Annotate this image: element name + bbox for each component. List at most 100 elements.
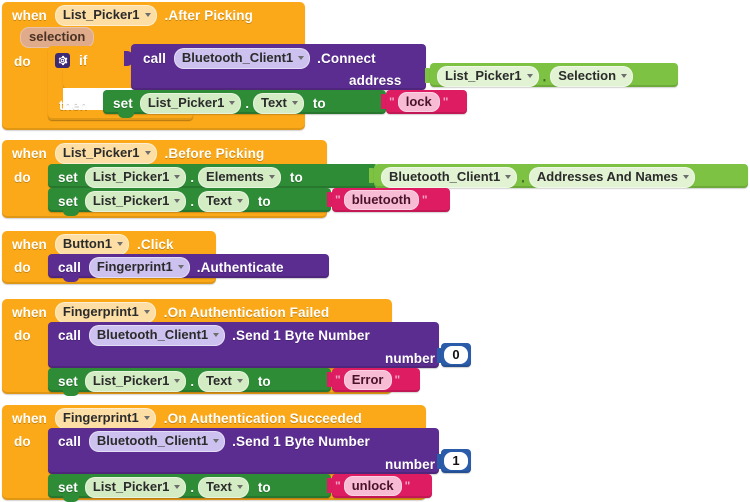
component-dropdown-fingerprint1[interactable]: Fingerprint1: [88, 256, 190, 278]
property-dropdown-selection[interactable]: Selection: [550, 65, 634, 87]
component-dropdown-list-picker1-set[interactable]: List_Picker1: [84, 370, 187, 392]
chevron-down-icon: [143, 416, 150, 420]
call-arg-row-address: address: [349, 68, 401, 92]
text-value-bluetooth[interactable]: bluetooth: [343, 190, 419, 210]
number-block-0[interactable]: 0: [441, 343, 471, 367]
component-dropdown-fingerprint1[interactable]: Fingerprint1: [54, 301, 156, 323]
chevron-down-icon: [298, 56, 305, 60]
mutator-gear-icon[interactable]: [55, 52, 70, 68]
component-dropdown-list-picker1-set[interactable]: List_Picker1: [84, 166, 187, 188]
component-dropdown-list-picker1-set[interactable]: List_Picker1: [139, 92, 242, 114]
component-dropdown-list-picker1-getter[interactable]: List_Picker1: [437, 65, 539, 87]
component-dropdown-list-picker1[interactable]: List_Picker1: [54, 142, 157, 164]
do-label-row: do: [14, 49, 31, 73]
keyword-if: if: [79, 52, 88, 68]
property-label: Text: [206, 479, 232, 494]
quote-open-icon: ": [389, 95, 395, 109]
arg-label-number: number: [385, 350, 436, 366]
text-block-error[interactable]: " Error ": [332, 368, 420, 392]
chevron-down-icon: [229, 101, 236, 105]
property-dropdown-text[interactable]: Text: [198, 370, 249, 392]
keyword-do: do: [14, 433, 31, 449]
call-arg-row-number: number: [385, 452, 435, 476]
blocks-workspace[interactable]: when List_Picker1 .After Picking selecti…: [0, 0, 750, 502]
chevron-down-icon: [213, 439, 220, 443]
text-block-unlock[interactable]: " unlock ": [332, 474, 432, 498]
text-block-bluetooth[interactable]: " bluetooth ": [332, 188, 450, 212]
quote-open-icon: ": [335, 479, 341, 493]
component-dropdown-list-picker1-set[interactable]: List_Picker1: [84, 476, 187, 498]
keyword-to: to: [312, 95, 326, 111]
keyword-set: set: [58, 169, 78, 185]
dot-separator: .: [190, 479, 195, 495]
event-header-row: when Button1 .Click: [12, 232, 174, 256]
keyword-set: set: [58, 479, 78, 495]
set-row-lock: set List_Picker1 . Text to: [113, 91, 326, 115]
event-name-label: .On Authentication Succeeded: [163, 410, 362, 426]
method-name-label: .Send 1 Byte Number: [232, 327, 370, 343]
chevron-down-icon: [236, 199, 243, 203]
call-header-row-send-byte: call Bluetooth_Client1 .Send 1 Byte Numb…: [58, 429, 370, 453]
call-header-row-connect: call Bluetooth_Client1 .Connect: [143, 46, 376, 70]
keyword-do: do: [14, 53, 31, 69]
component-label: Bluetooth_Client1: [181, 50, 294, 65]
event-header-row: when List_Picker1 .After Picking: [12, 3, 253, 27]
chevron-down-icon: [683, 175, 689, 179]
component-dropdown-bluetooth-client1[interactable]: Bluetooth_Client1: [88, 324, 226, 346]
event-header-row: when List_Picker1 .Before Picking: [12, 141, 264, 165]
keyword-when: when: [12, 236, 47, 252]
text-value-lock[interactable]: lock: [397, 92, 440, 112]
keyword-call: call: [58, 259, 81, 275]
text-block-lock[interactable]: " lock ": [386, 90, 467, 114]
component-label: Fingerprint1: [62, 410, 139, 425]
event-header-row: when Fingerprint1 .On Authentication Suc…: [12, 406, 362, 430]
chevron-down-icon: [505, 175, 512, 179]
component-label: Bluetooth_Client1: [96, 433, 209, 448]
event-name-label: .Click: [137, 236, 174, 252]
component-dropdown-bluetooth-client1[interactable]: Bluetooth_Client1: [88, 430, 226, 452]
component-label: List_Picker1: [445, 68, 522, 83]
keyword-do: do: [14, 259, 31, 275]
property-dropdown-text[interactable]: Text: [253, 92, 304, 114]
property-dropdown-elements[interactable]: Elements: [198, 166, 281, 188]
chevron-down-icon: [213, 333, 220, 337]
dot-separator: .: [190, 169, 195, 185]
component-label: List_Picker1: [92, 169, 170, 184]
component-label: Button1: [62, 236, 113, 251]
keyword-call: call: [143, 50, 166, 66]
keyword-to: to: [257, 373, 271, 389]
parameter-selection[interactable]: selection: [20, 26, 95, 48]
chevron-down-icon: [143, 310, 150, 314]
event-name-label: .On Authentication Failed: [163, 304, 330, 320]
number-value-1[interactable]: 1: [444, 452, 468, 470]
property-dropdown-text[interactable]: Text: [198, 476, 249, 498]
dot-separator: .: [245, 95, 250, 111]
getter-row-addresses: Bluetooth_Client1 . Addresses And Names: [381, 165, 695, 189]
chevron-down-icon: [174, 175, 181, 179]
keyword-set: set: [113, 95, 133, 111]
component-dropdown-bluetooth-client1[interactable]: Bluetooth_Client1: [173, 47, 311, 69]
dot-separator: .: [190, 373, 195, 389]
keyword-set: set: [58, 193, 78, 209]
property-dropdown-addresses-and-names[interactable]: Addresses And Names: [528, 166, 695, 188]
text-value-error[interactable]: Error: [343, 370, 392, 390]
chevron-down-icon: [236, 485, 243, 489]
component-dropdown-fingerprint1[interactable]: Fingerprint1: [54, 407, 156, 429]
number-block-1[interactable]: 1: [441, 449, 471, 473]
component-dropdown-button1[interactable]: Button1: [54, 233, 130, 255]
component-dropdown-list-picker1[interactable]: List_Picker1: [54, 4, 157, 26]
property-label: Text: [206, 193, 232, 208]
dot-separator: .: [542, 68, 547, 84]
text-value-unlock[interactable]: unlock: [343, 476, 402, 496]
do-label-row: do: [14, 165, 31, 189]
call-row-authenticate: call Fingerprint1 .Authenticate: [58, 255, 284, 279]
component-dropdown-bluetooth-client1-getter[interactable]: Bluetooth_Client1: [381, 166, 518, 188]
component-dropdown-list-picker1-set[interactable]: List_Picker1: [84, 190, 187, 212]
number-value-0[interactable]: 0: [444, 346, 468, 364]
set-row-elements: set List_Picker1 . Elements to: [58, 165, 303, 189]
property-label: Addresses And Names: [536, 169, 678, 184]
call-header-row-send-byte: call Bluetooth_Client1 .Send 1 Byte Numb…: [58, 323, 370, 347]
then-label-row: then: [59, 93, 88, 117]
keyword-then: then: [59, 97, 88, 113]
property-dropdown-text[interactable]: Text: [198, 190, 249, 212]
